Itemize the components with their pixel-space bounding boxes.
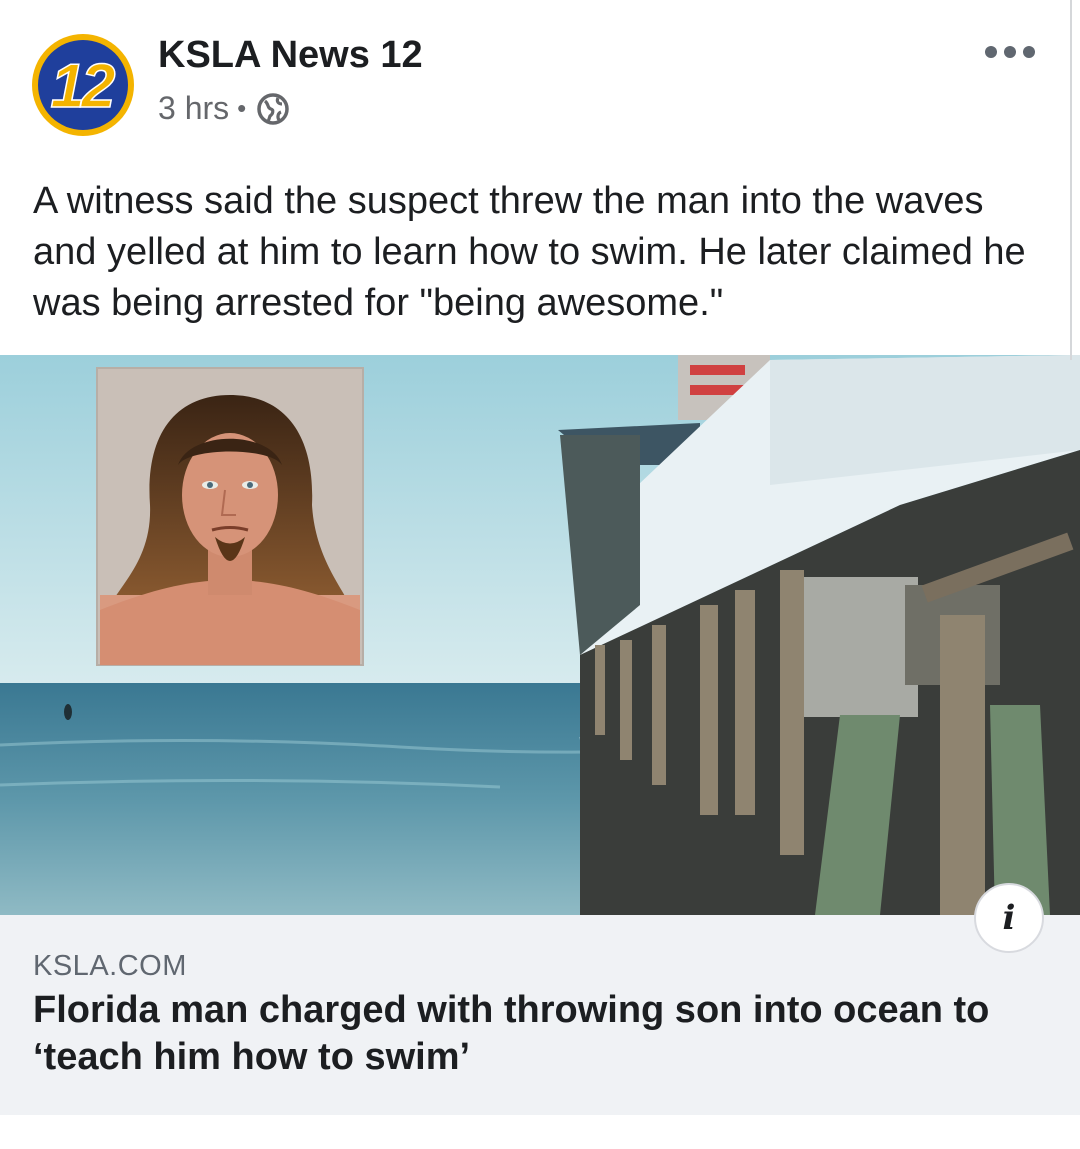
link-domain: KSLA.COM bbox=[33, 950, 187, 982]
post-meta: 3 hrs • bbox=[158, 90, 290, 127]
page-avatar[interactable]: 12 bbox=[31, 33, 135, 137]
post-photo[interactable] bbox=[0, 355, 1080, 915]
page-name[interactable]: KSLA News 12 bbox=[158, 34, 423, 77]
meta-separator: • bbox=[237, 93, 247, 123]
more-options-icon[interactable] bbox=[985, 40, 1035, 64]
info-glyph: i bbox=[1002, 898, 1016, 938]
info-icon[interactable]: i bbox=[974, 883, 1044, 953]
scrollbar-edge bbox=[1070, 0, 1072, 360]
post-text: A witness said the suspect threw the man… bbox=[33, 180, 1026, 324]
globe-icon[interactable] bbox=[256, 92, 290, 126]
avatar-logo-text: 12 bbox=[51, 52, 115, 121]
more-dot bbox=[985, 46, 997, 58]
more-dot bbox=[1023, 46, 1035, 58]
post-header: 12 KSLA News 12 3 hrs • bbox=[0, 0, 1080, 160]
more-dot bbox=[1004, 46, 1016, 58]
mugshot-inset bbox=[96, 367, 364, 666]
post-timestamp[interactable]: 3 hrs bbox=[158, 90, 229, 127]
link-headline[interactable]: Florida man charged with throwing son in… bbox=[33, 987, 1043, 1081]
